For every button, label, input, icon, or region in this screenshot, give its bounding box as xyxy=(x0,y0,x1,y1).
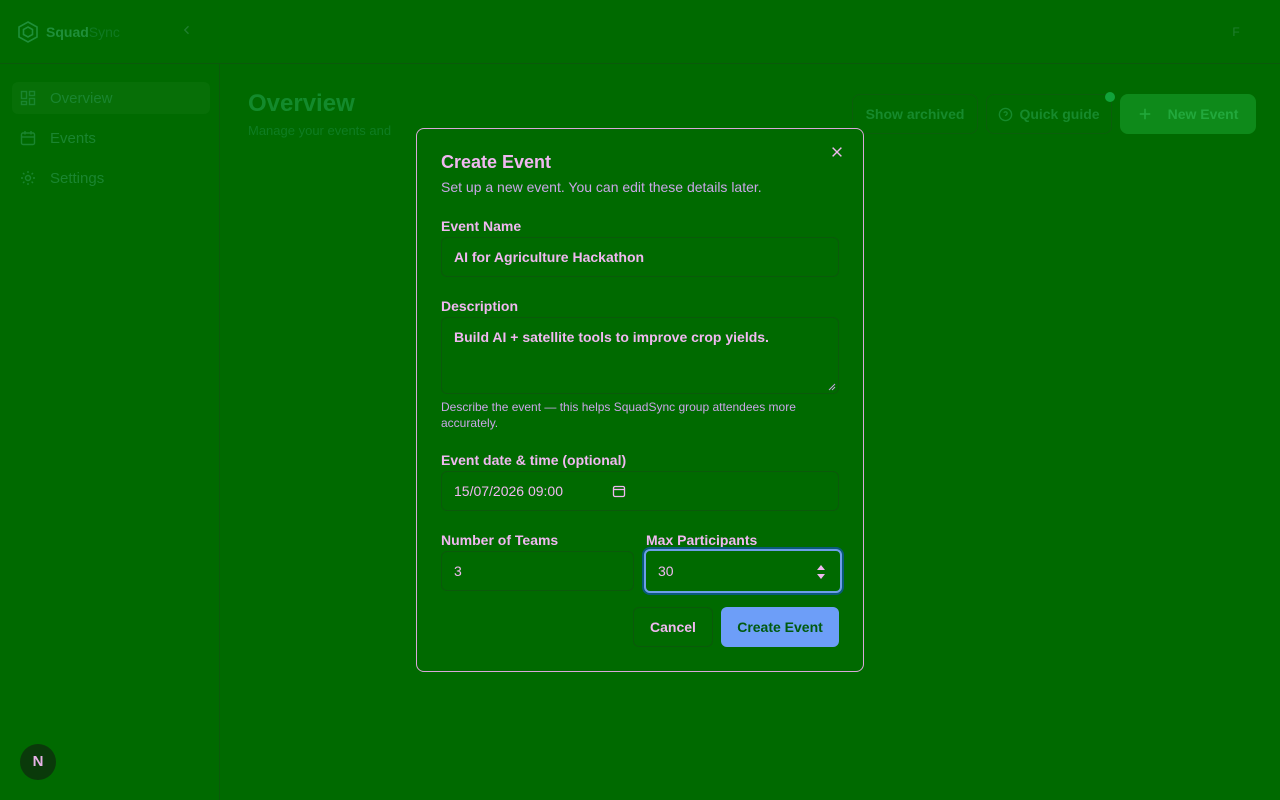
sidebar-item-label: Events xyxy=(50,129,96,147)
close-icon[interactable] xyxy=(830,145,848,163)
sidebar-item-events[interactable]: Events xyxy=(12,122,210,154)
new-event-label: New Event xyxy=(1167,106,1239,122)
sidebar-item-settings[interactable]: Settings xyxy=(12,162,210,194)
max-participants-label: Max Participants xyxy=(646,532,758,548)
page-title: Overview xyxy=(248,90,355,117)
event-name-label: Event Name xyxy=(441,218,522,234)
num-teams-input[interactable]: 3 xyxy=(441,551,634,591)
sidebar-item-overview[interactable]: Overview xyxy=(12,82,210,114)
event-datetime-label: Event date & time (optional) xyxy=(441,452,627,468)
event-datetime-input[interactable]: 15/07/2026 09:00 xyxy=(441,471,839,511)
sidebar-item-label: Overview xyxy=(50,89,113,107)
max-participants-input[interactable]: 30 xyxy=(644,549,842,593)
resize-handle-icon[interactable] xyxy=(828,383,836,391)
new-event-button[interactable]: New Event xyxy=(1120,94,1256,134)
quick-guide-label: Quick guide xyxy=(1019,106,1100,122)
show-archived-label: Show archived xyxy=(865,106,965,122)
description-value: Build AI + satellite tools to improve cr… xyxy=(454,329,769,345)
event-name-value: AI for Agriculture Hackathon xyxy=(454,249,645,265)
description-label: Description xyxy=(441,298,519,314)
create-event-dialog: Create Event Set up a new event. You can… xyxy=(416,128,864,672)
top-bar: Squad Sync F xyxy=(0,0,1280,64)
number-stepper-icon[interactable] xyxy=(816,564,826,580)
quick-guide-button[interactable]: Quick guide xyxy=(986,94,1112,134)
dialog-subtitle: Set up a new event. You can edit these d… xyxy=(441,179,762,195)
sidebar: Overview Events Settings xyxy=(0,64,220,800)
nextjs-badge[interactable]: N xyxy=(20,744,56,780)
plus-icon xyxy=(1139,108,1150,120)
event-name-input[interactable]: AI for Agriculture Hackathon xyxy=(441,237,839,277)
logo-icon xyxy=(18,21,38,43)
cancel-button[interactable]: Cancel xyxy=(633,607,713,647)
dashboard-icon xyxy=(20,90,36,106)
user-avatar[interactable]: F xyxy=(1224,20,1248,44)
create-event-button[interactable]: Create Event xyxy=(721,607,839,647)
brand[interactable]: Squad Sync xyxy=(16,16,120,48)
description-help-text: Describe the event — this helps SquadSyn… xyxy=(441,400,796,430)
collapse-sidebar-icon[interactable] xyxy=(178,22,196,40)
num-teams-label: Number of Teams xyxy=(441,532,559,548)
help-circle-icon xyxy=(999,107,1013,121)
calendar-picker-icon[interactable] xyxy=(612,484,626,498)
num-teams-value: 3 xyxy=(454,563,462,579)
dialog-title: Create Event xyxy=(441,152,552,172)
page-subtitle: Manage your events and xyxy=(248,123,392,138)
sidebar-item-label: Settings xyxy=(50,169,105,187)
brand-name-primary: Squad xyxy=(46,24,89,40)
max-participants-value: 30 xyxy=(658,563,674,579)
show-archived-button[interactable]: Show archived xyxy=(852,94,978,134)
notification-dot xyxy=(1105,92,1115,102)
description-textarea[interactable]: Build AI + satellite tools to improve cr… xyxy=(441,317,839,394)
create-event-label: Create Event xyxy=(737,619,823,635)
event-datetime-value: 15/07/2026 09:00 xyxy=(454,483,563,499)
brand-name-secondary: Sync xyxy=(88,24,120,40)
cancel-label: Cancel xyxy=(650,619,696,635)
gear-icon xyxy=(21,171,35,185)
calendar-icon xyxy=(20,131,36,146)
